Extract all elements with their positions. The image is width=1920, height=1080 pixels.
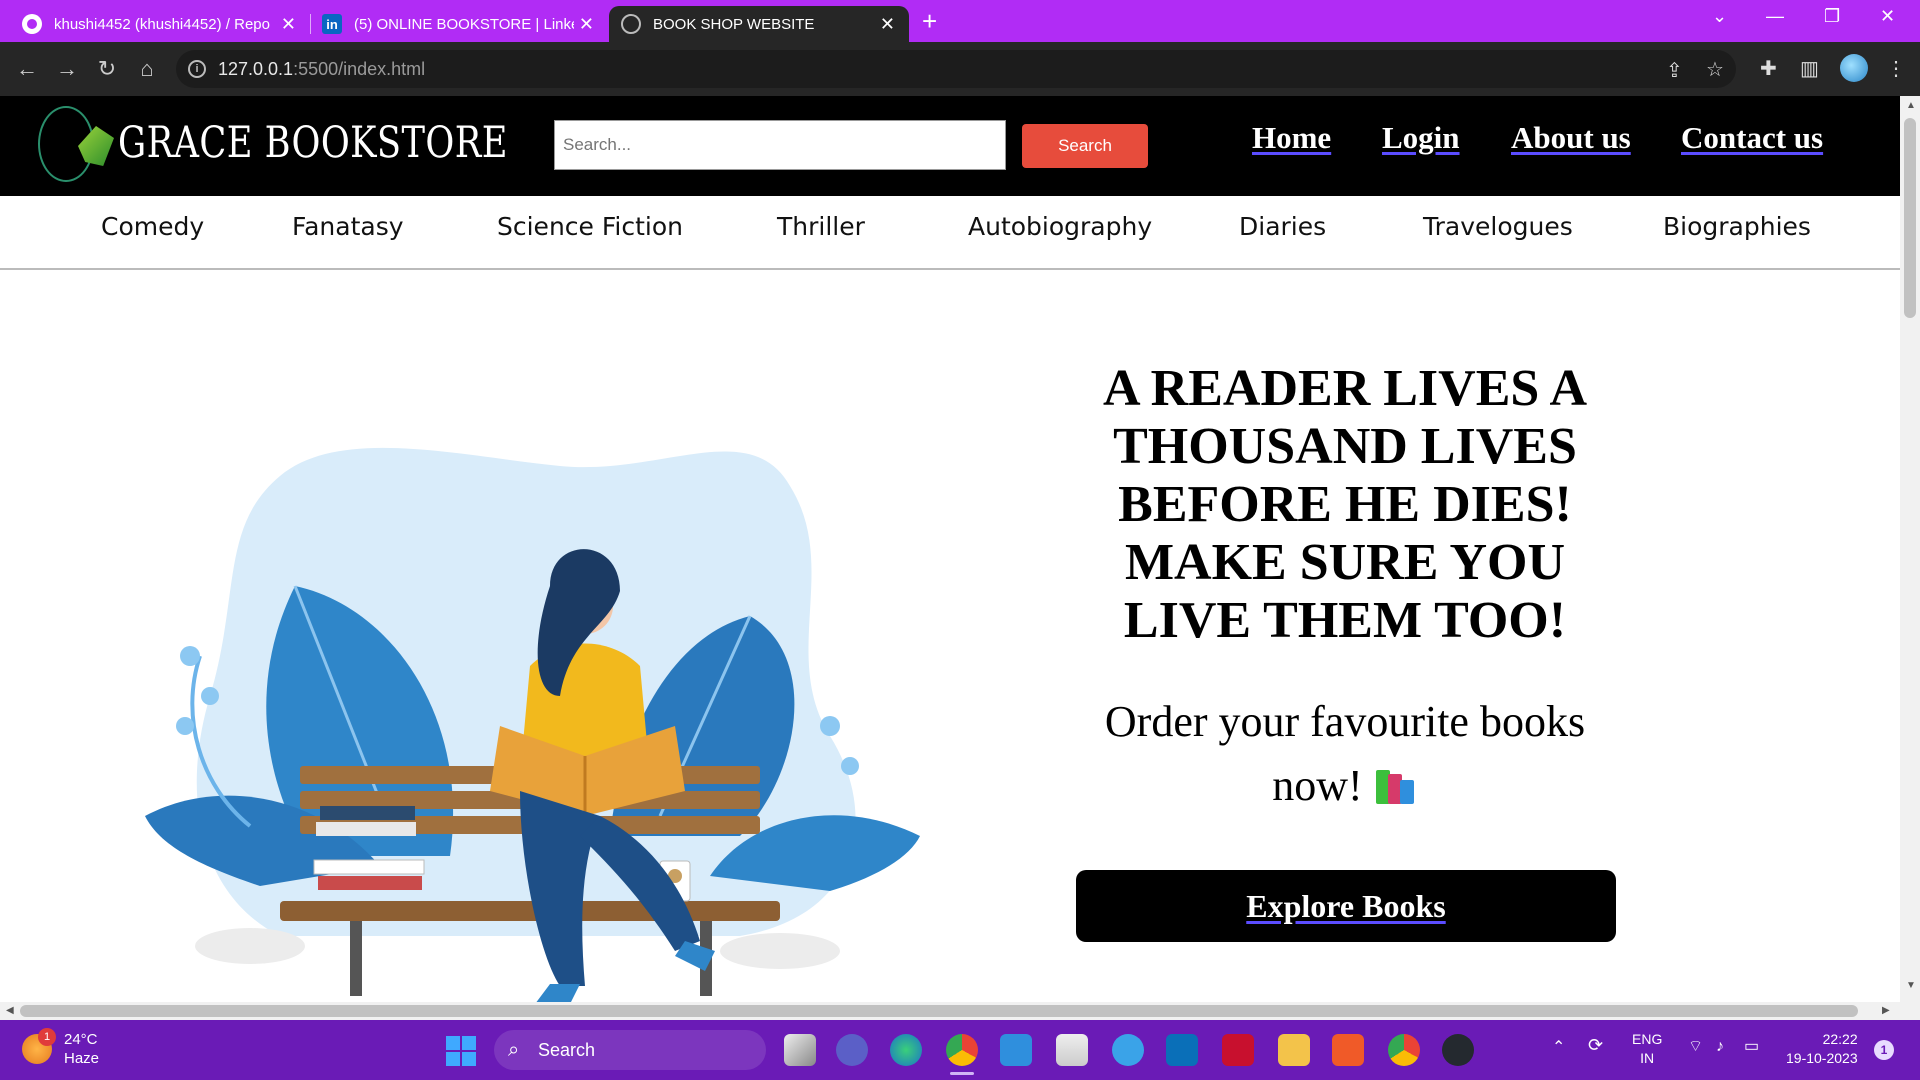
battery-icon[interactable]: ▭ [1744,1037,1759,1056]
nav-login[interactable]: Login [1382,120,1460,156]
github-icon [22,14,42,34]
tab-title: BOOK SHOP WEBSITE [653,15,815,33]
hero-heading: A READER LIVES A THOUSAND LIVES BEFORE H… [1102,360,1588,649]
tab-search-chevron-icon[interactable]: ⌄ [1712,6,1727,27]
nav-about[interactable]: About us [1511,120,1631,156]
system-clock[interactable]: 22:22 19-10-2023 [1786,1030,1858,1068]
chat-icon[interactable] [836,1034,868,1066]
extensions-icon[interactable]: ✚ [1760,56,1777,81]
category-diaries[interactable]: Diaries [1239,212,1326,241]
back-icon[interactable]: ← [12,54,42,84]
weather-badge: 1 [38,1028,56,1046]
brave-icon[interactable] [1332,1034,1364,1066]
active-app-indicator [950,1072,974,1075]
github-desktop-icon[interactable] [1442,1034,1474,1066]
category-biographies[interactable]: Biographies [1663,212,1811,241]
category-thriller[interactable]: Thriller [777,212,865,241]
tab-title: khushi4452 (khushi4452) / Repo [54,15,270,33]
chrome-icon[interactable] [946,1034,978,1066]
vertical-scrollbar[interactable]: ▲ ▼ [1900,96,1920,1002]
windows-start-icon[interactable] [446,1036,476,1066]
category-comedy[interactable]: Comedy [101,212,204,241]
page-viewport: GRACE BOOKSTORE Search Home Login About … [0,96,1900,1002]
vertical-scroll-thumb[interactable] [1904,118,1916,318]
browser-toolbar: ← → ↻ ⌂ i 127.0.0.1:5500/index.html ⇪ ☆ … [0,42,1920,96]
address-bar[interactable]: i 127.0.0.1:5500/index.html ⇪ ☆ [176,50,1736,88]
language-indicator[interactable]: ENG IN [1632,1030,1662,1068]
home-icon[interactable]: ⌂ [132,54,162,84]
store-icon[interactable] [1056,1034,1088,1066]
scroll-left-icon[interactable]: ◀ [6,1005,14,1016]
sync-icon[interactable]: ⟳ [1588,1036,1603,1055]
close-icon[interactable]: ✕ [880,14,895,35]
share-icon[interactable]: ⇪ [1666,58,1683,83]
scroll-right-icon[interactable]: ▶ [1882,1005,1890,1016]
close-window-button[interactable]: ✕ [1880,6,1895,27]
nav-home[interactable]: Home [1252,120,1331,156]
help-icon[interactable] [1112,1034,1144,1066]
forward-icon[interactable]: → [52,54,82,84]
search-button[interactable]: Search [1022,124,1148,168]
explore-books-button[interactable]: Explore Books [1076,870,1616,942]
category-travelogues[interactable]: Travelogues [1423,212,1573,241]
weather-widget[interactable]: 24°C Haze [64,1030,99,1068]
horizontal-scrollbar[interactable]: ◀ ▶ [0,1002,1920,1020]
category-fantasy[interactable]: Fanatasy [292,212,404,241]
file-explorer-icon[interactable] [1278,1034,1310,1066]
new-tab-button[interactable]: + [922,6,937,37]
site-info-icon[interactable]: i [188,60,206,78]
menu-kebab-icon[interactable]: ⋮ [1886,56,1906,81]
windows-taskbar: 1 24°C Haze ⌕ Search ⌃ ⟳ ENG IN ⌔ ♪ ▭ 22… [0,1020,1920,1080]
horizontal-scroll-thumb[interactable] [20,1005,1858,1017]
wifi-icon[interactable]: ⌔ [1688,1037,1703,1056]
taskbar-search[interactable]: ⌕ Search [494,1030,766,1070]
side-panel-icon[interactable]: ▥ [1800,56,1819,81]
mcafee-icon[interactable] [1222,1034,1254,1066]
linkedin-icon: in [322,14,342,34]
restore-button[interactable]: ❐ [1824,6,1840,27]
search-icon: ⌕ [508,1039,520,1061]
browser-tab-strip: khushi4452 (khushi4452) / Repo ✕ in (5) … [0,0,1920,42]
scroll-down-icon[interactable]: ▼ [1906,980,1916,991]
books-emoji-icon [1374,764,1418,804]
browser-tab-active[interactable]: BOOK SHOP WEBSITE ✕ [609,6,909,42]
notification-badge[interactable]: 1 [1874,1040,1894,1060]
nav-contact[interactable]: Contact us [1681,120,1823,156]
chrome-profile-icon[interactable] [1388,1034,1420,1066]
category-bar: Comedy Fanatasy Science Fiction Thriller… [0,196,1900,270]
vscode-icon[interactable] [1000,1034,1032,1066]
task-view-icon[interactable] [784,1034,816,1066]
reload-icon[interactable]: ↻ [92,54,122,84]
close-icon[interactable]: ✕ [281,14,296,35]
search-input[interactable] [554,120,1006,170]
profile-avatar[interactable] [1840,54,1868,82]
chevron-up-icon[interactable]: ⌃ [1552,1038,1565,1057]
woman-reading-illustration [145,447,920,1002]
category-science-fiction[interactable]: Science Fiction [497,212,683,241]
browser-tab-github[interactable]: khushi4452 (khushi4452) / Repo ✕ [10,6,310,42]
close-icon[interactable]: ✕ [579,14,594,35]
url-text: 127.0.0.1:5500/index.html [218,59,426,79]
scroll-up-icon[interactable]: ▲ [1906,100,1916,111]
browser-tab-linkedin[interactable]: in (5) ONLINE BOOKSTORE | Linked ✕ [310,6,608,42]
myhp-icon[interactable] [1166,1034,1198,1066]
bookmark-star-icon[interactable]: ☆ [1706,57,1724,82]
site-logo[interactable]: GRACE BOOKSTORE [118,118,508,168]
hero-subheading: Order your favourite books now! [1104,697,1586,810]
volume-icon[interactable]: ♪ [1716,1037,1724,1056]
edge-icon[interactable] [890,1034,922,1066]
site-header: GRACE BOOKSTORE Search Home Login About … [0,96,1900,196]
category-autobiography[interactable]: Autobiography [968,212,1152,241]
tab-title: (5) ONLINE BOOKSTORE | Linked [354,15,574,33]
globe-icon [621,14,641,34]
minimize-button[interactable]: — [1766,6,1784,27]
